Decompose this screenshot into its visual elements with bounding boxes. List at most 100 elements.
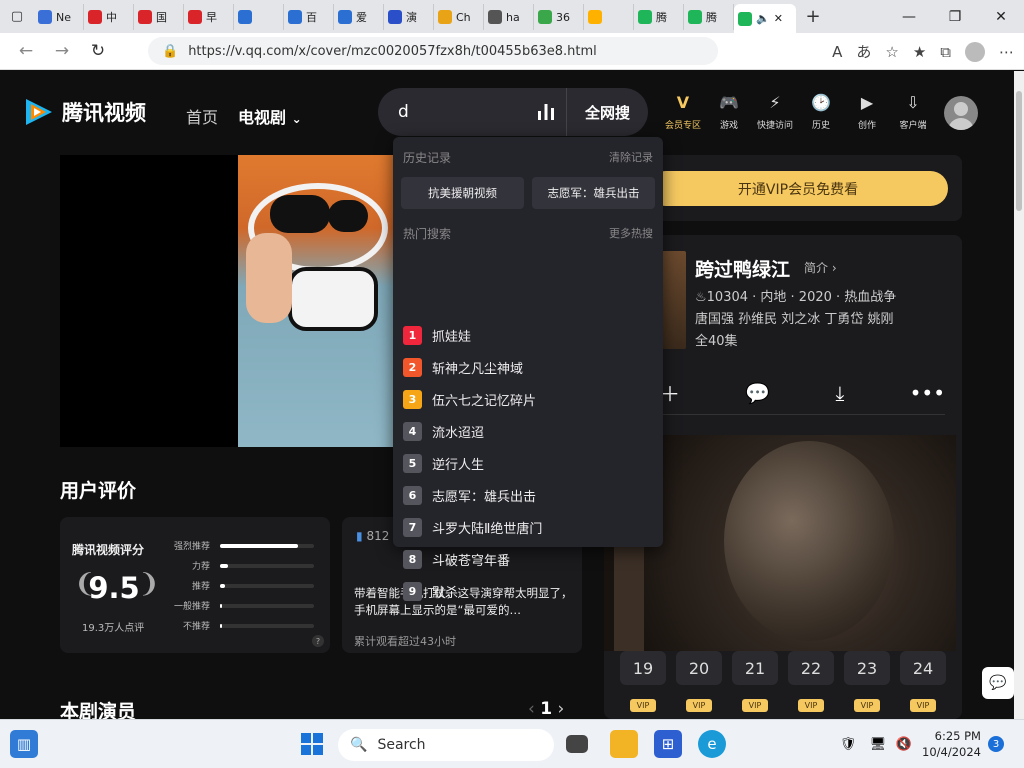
help-icon[interactable]: ? <box>312 635 324 647</box>
review-count: ▮ 812 <box>356 529 389 543</box>
address-bar[interactable]: 🔒 https://v.qq.com/x/cover/mzc0020057fzx… <box>148 37 718 65</box>
browser-tab[interactable]: 爱 <box>334 4 384 30</box>
top-nav-item[interactable]: V 会员专区 <box>660 93 706 131</box>
browser-tab[interactable]: 腾 <box>684 4 734 30</box>
read-aloud-icon[interactable]: A <box>832 43 842 61</box>
next-page-icon[interactable]: › <box>557 699 564 719</box>
prev-page-icon[interactable]: ‹ <box>528 699 540 719</box>
profile-icon[interactable] <box>965 41 985 62</box>
rank-badge: 9 <box>403 582 422 601</box>
episode-button[interactable]: 19 <box>620 651 666 685</box>
avatar[interactable] <box>944 96 978 130</box>
security-icon[interactable]: 🛡 <box>834 730 862 758</box>
top-nav-item[interactable]: ⚡ 快捷访问 <box>752 93 798 131</box>
nav-home[interactable]: 首页 <box>186 104 218 128</box>
start-icon[interactable] <box>298 730 326 758</box>
site-logo[interactable]: 腾讯视频 <box>22 97 146 127</box>
top-nav-label: 历史 <box>811 121 830 131</box>
open-vip-button[interactable]: 开通VIP会员免费看 <box>648 171 948 206</box>
url-text[interactable]: https://v.qq.com/x/cover/mzc0020057fzx8h… <box>188 44 597 59</box>
history-item[interactable]: 抗美援朝视频 <box>401 177 524 209</box>
translate-icon[interactable]: あ <box>856 41 871 62</box>
browser-tab[interactable]: 腾 <box>634 4 684 30</box>
refresh-button[interactable]: ↻ <box>80 33 116 70</box>
browser-tab[interactable] <box>234 4 284 30</box>
intro-link[interactable]: 简介 › <box>804 259 837 276</box>
top-nav-item[interactable]: 🕑 历史 <box>798 93 844 131</box>
favorites-icon[interactable]: ★ <box>913 43 926 61</box>
collections-icon[interactable]: ⧉ <box>940 43 951 61</box>
edge-icon[interactable]: e <box>698 730 726 758</box>
browser-tab[interactable]: 百 <box>284 4 334 30</box>
top-nav-label: 快捷访问 <box>756 121 793 131</box>
speaker-icon[interactable]: 🔈 <box>756 12 770 25</box>
shoe-image <box>288 267 378 331</box>
top-nav-item[interactable]: 🎮 游戏 <box>706 93 752 131</box>
history-item[interactable]: 志愿军：雄兵出击 <box>532 177 655 209</box>
tab-active[interactable]: 🔈 ✕ <box>734 4 796 33</box>
restore-button[interactable]: ❐ <box>932 0 978 33</box>
vip-badge: VIP <box>854 699 880 712</box>
notification-badge[interactable]: 3 <box>988 736 1004 752</box>
add-icon[interactable]: ＋ <box>660 378 680 407</box>
episode-button[interactable]: 20 <box>676 651 722 685</box>
forward-button[interactable]: → <box>44 33 80 70</box>
taskbar-clock[interactable]: 6:25 PM 10/4/2024 <box>922 728 981 760</box>
search-input[interactable] <box>398 102 528 122</box>
browser-tab[interactable]: ha <box>484 4 534 30</box>
tab-actions-icon[interactable]: ▢ <box>0 0 34 33</box>
store-icon[interactable]: ⊞ <box>654 730 682 758</box>
add-favorite-icon[interactable]: ☆ <box>885 43 898 61</box>
taskbar-search[interactable]: 🔍 Search <box>338 729 554 761</box>
browser-tab[interactable]: 中 <box>84 4 134 30</box>
hot-search-item[interactable]: 7 斗罗大陆Ⅱ绝世唐门 <box>403 518 542 537</box>
more-icon[interactable]: ••• <box>910 381 945 405</box>
browser-tab[interactable]: 早 <box>184 4 234 30</box>
hot-search-item[interactable]: 8 斗破苍穹年番 <box>403 550 510 569</box>
back-button[interactable]: ← <box>8 33 44 70</box>
browser-tab[interactable]: 国 <box>134 4 184 30</box>
hot-search-item[interactable]: 2 斩神之凡尘神域 <box>403 358 523 377</box>
hot-search-item[interactable]: 6 志愿军：雄兵出击 <box>403 486 536 505</box>
episode-button[interactable]: 24 <box>900 651 946 685</box>
volume-muted-icon[interactable]: 🔇 <box>890 730 918 758</box>
like-icon: ▮ <box>356 529 363 543</box>
hot-search-item[interactable]: 3 伍六七之记忆碎片 <box>403 390 536 409</box>
episode-button[interactable]: 22 <box>788 651 834 685</box>
feedback-button[interactable]: 💬 <box>982 667 1014 699</box>
file-explorer-icon[interactable] <box>610 730 638 758</box>
hot-search-item[interactable]: 1 抓娃娃 <box>403 326 471 345</box>
hot-search-item[interactable]: 4 流水迢迢 <box>403 422 484 441</box>
hot-search-item[interactable]: 9 默杀 <box>403 582 458 601</box>
scrollbar-thumb[interactable] <box>1016 91 1022 211</box>
episode-button[interactable]: 23 <box>844 651 890 685</box>
download-icon[interactable]: ⤓ <box>835 381 844 405</box>
nav-tv[interactable]: 电视剧 ⌄ <box>238 104 302 128</box>
page-scrollbar[interactable] <box>1014 71 1024 719</box>
hot-search-item[interactable]: 5 逆行人生 <box>403 454 484 473</box>
task-view-icon[interactable] <box>566 735 588 753</box>
rank-badge: 7 <box>403 518 422 537</box>
browser-tab[interactable]: Ne <box>34 4 84 30</box>
network-icon[interactable]: 🖥 <box>864 730 892 758</box>
top-nav-item[interactable]: ⇩ 客户端 <box>890 93 936 131</box>
minimize-button[interactable]: — <box>886 0 932 33</box>
widgets-icon[interactable]: ▥ <box>10 730 38 758</box>
voice-search-icon[interactable] <box>536 102 556 122</box>
new-tab-button[interactable]: + <box>796 0 830 33</box>
episode-button[interactable]: 21 <box>732 651 778 685</box>
close-window-button[interactable]: ✕ <box>978 0 1024 33</box>
browser-tab[interactable]: Ch <box>434 4 484 30</box>
comment-icon[interactable]: 💬 <box>745 381 770 405</box>
close-tab-icon[interactable]: ✕ <box>774 12 783 25</box>
show-title[interactable]: 跨过鸭绿江 <box>695 255 790 282</box>
browser-tab[interactable]: 36 <box>534 4 584 30</box>
search-button[interactable]: 全网搜 <box>566 88 648 136</box>
show-poster[interactable] <box>662 251 686 349</box>
more-menu-icon[interactable]: ⋯ <box>999 43 1014 61</box>
clear-history-link[interactable]: 清除记录 <box>609 149 653 165</box>
top-nav-item[interactable]: ▶ 创作 <box>844 93 890 131</box>
browser-tab[interactable]: 演 <box>384 4 434 30</box>
more-hot-link[interactable]: 更多热搜 <box>609 225 653 241</box>
browser-tab[interactable] <box>584 4 634 30</box>
